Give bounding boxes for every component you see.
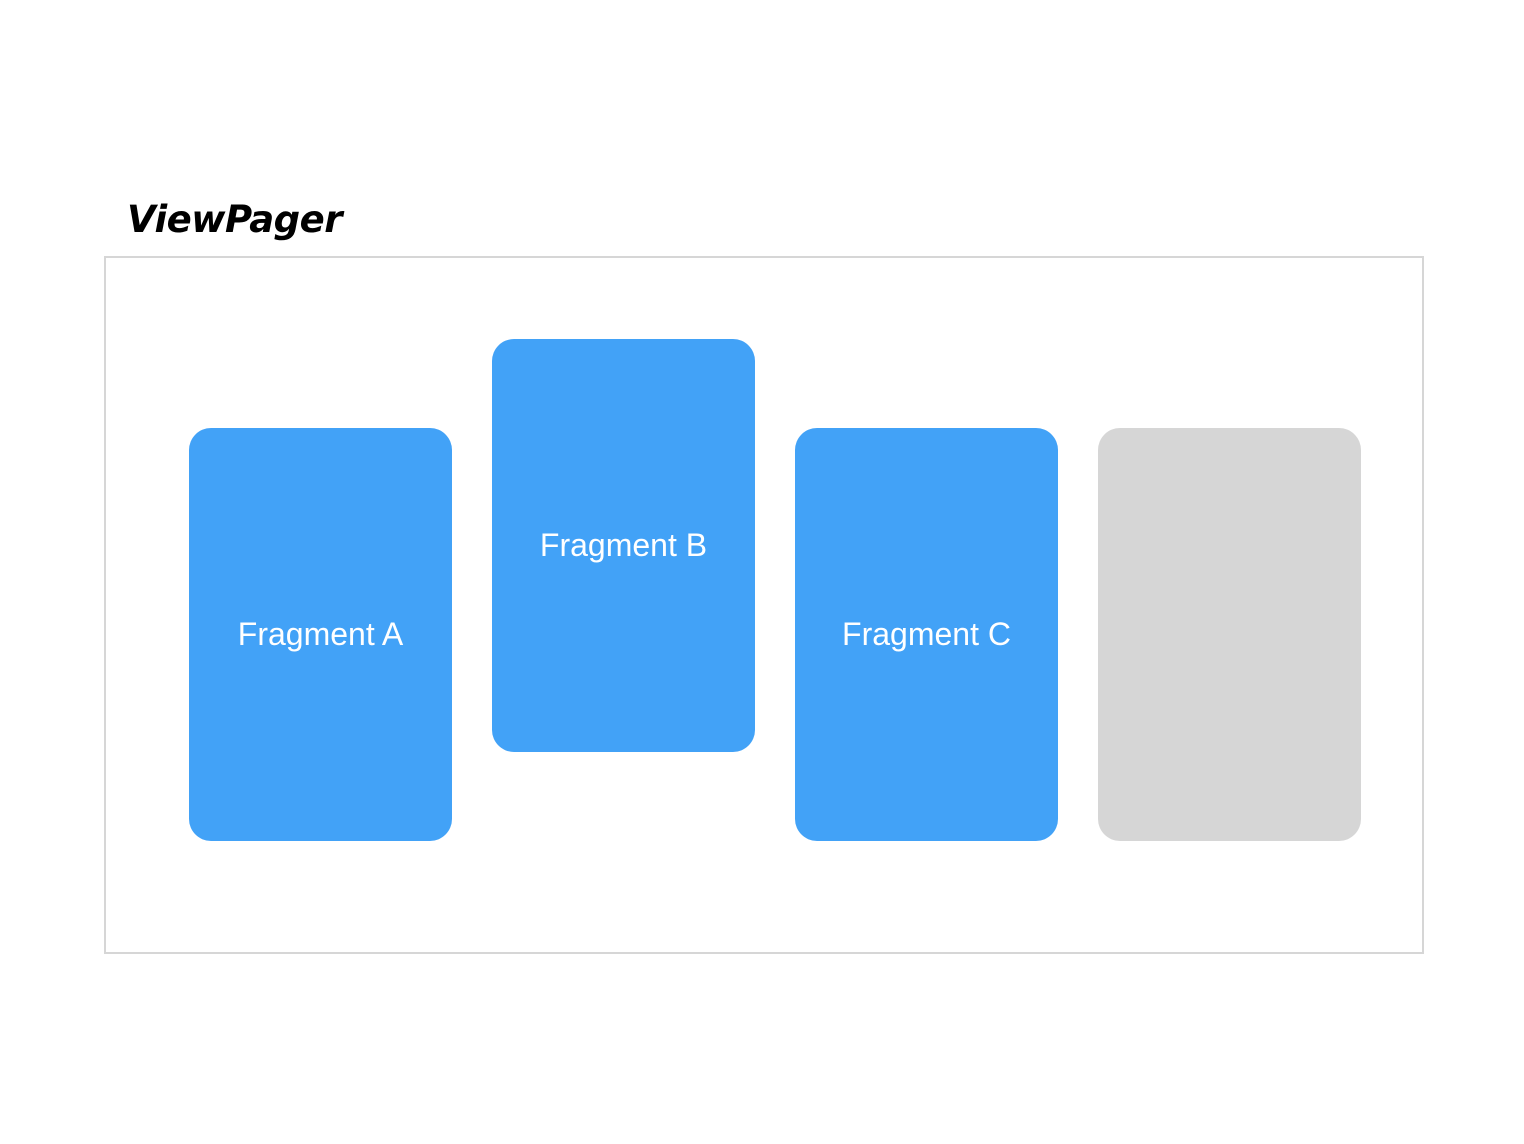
fragment-card-b: Fragment B: [492, 339, 755, 752]
fragment-card-placeholder: [1098, 428, 1361, 841]
fragment-card-c: Fragment C: [795, 428, 1058, 841]
fragment-card-label: Fragment A: [237, 616, 404, 652]
diagram-title: ViewPager: [127, 198, 343, 241]
fragment-card-a: Fragment A: [189, 428, 452, 841]
fragment-card-label: Fragment C: [842, 616, 1011, 652]
fragment-card-label: Fragment B: [539, 527, 708, 563]
